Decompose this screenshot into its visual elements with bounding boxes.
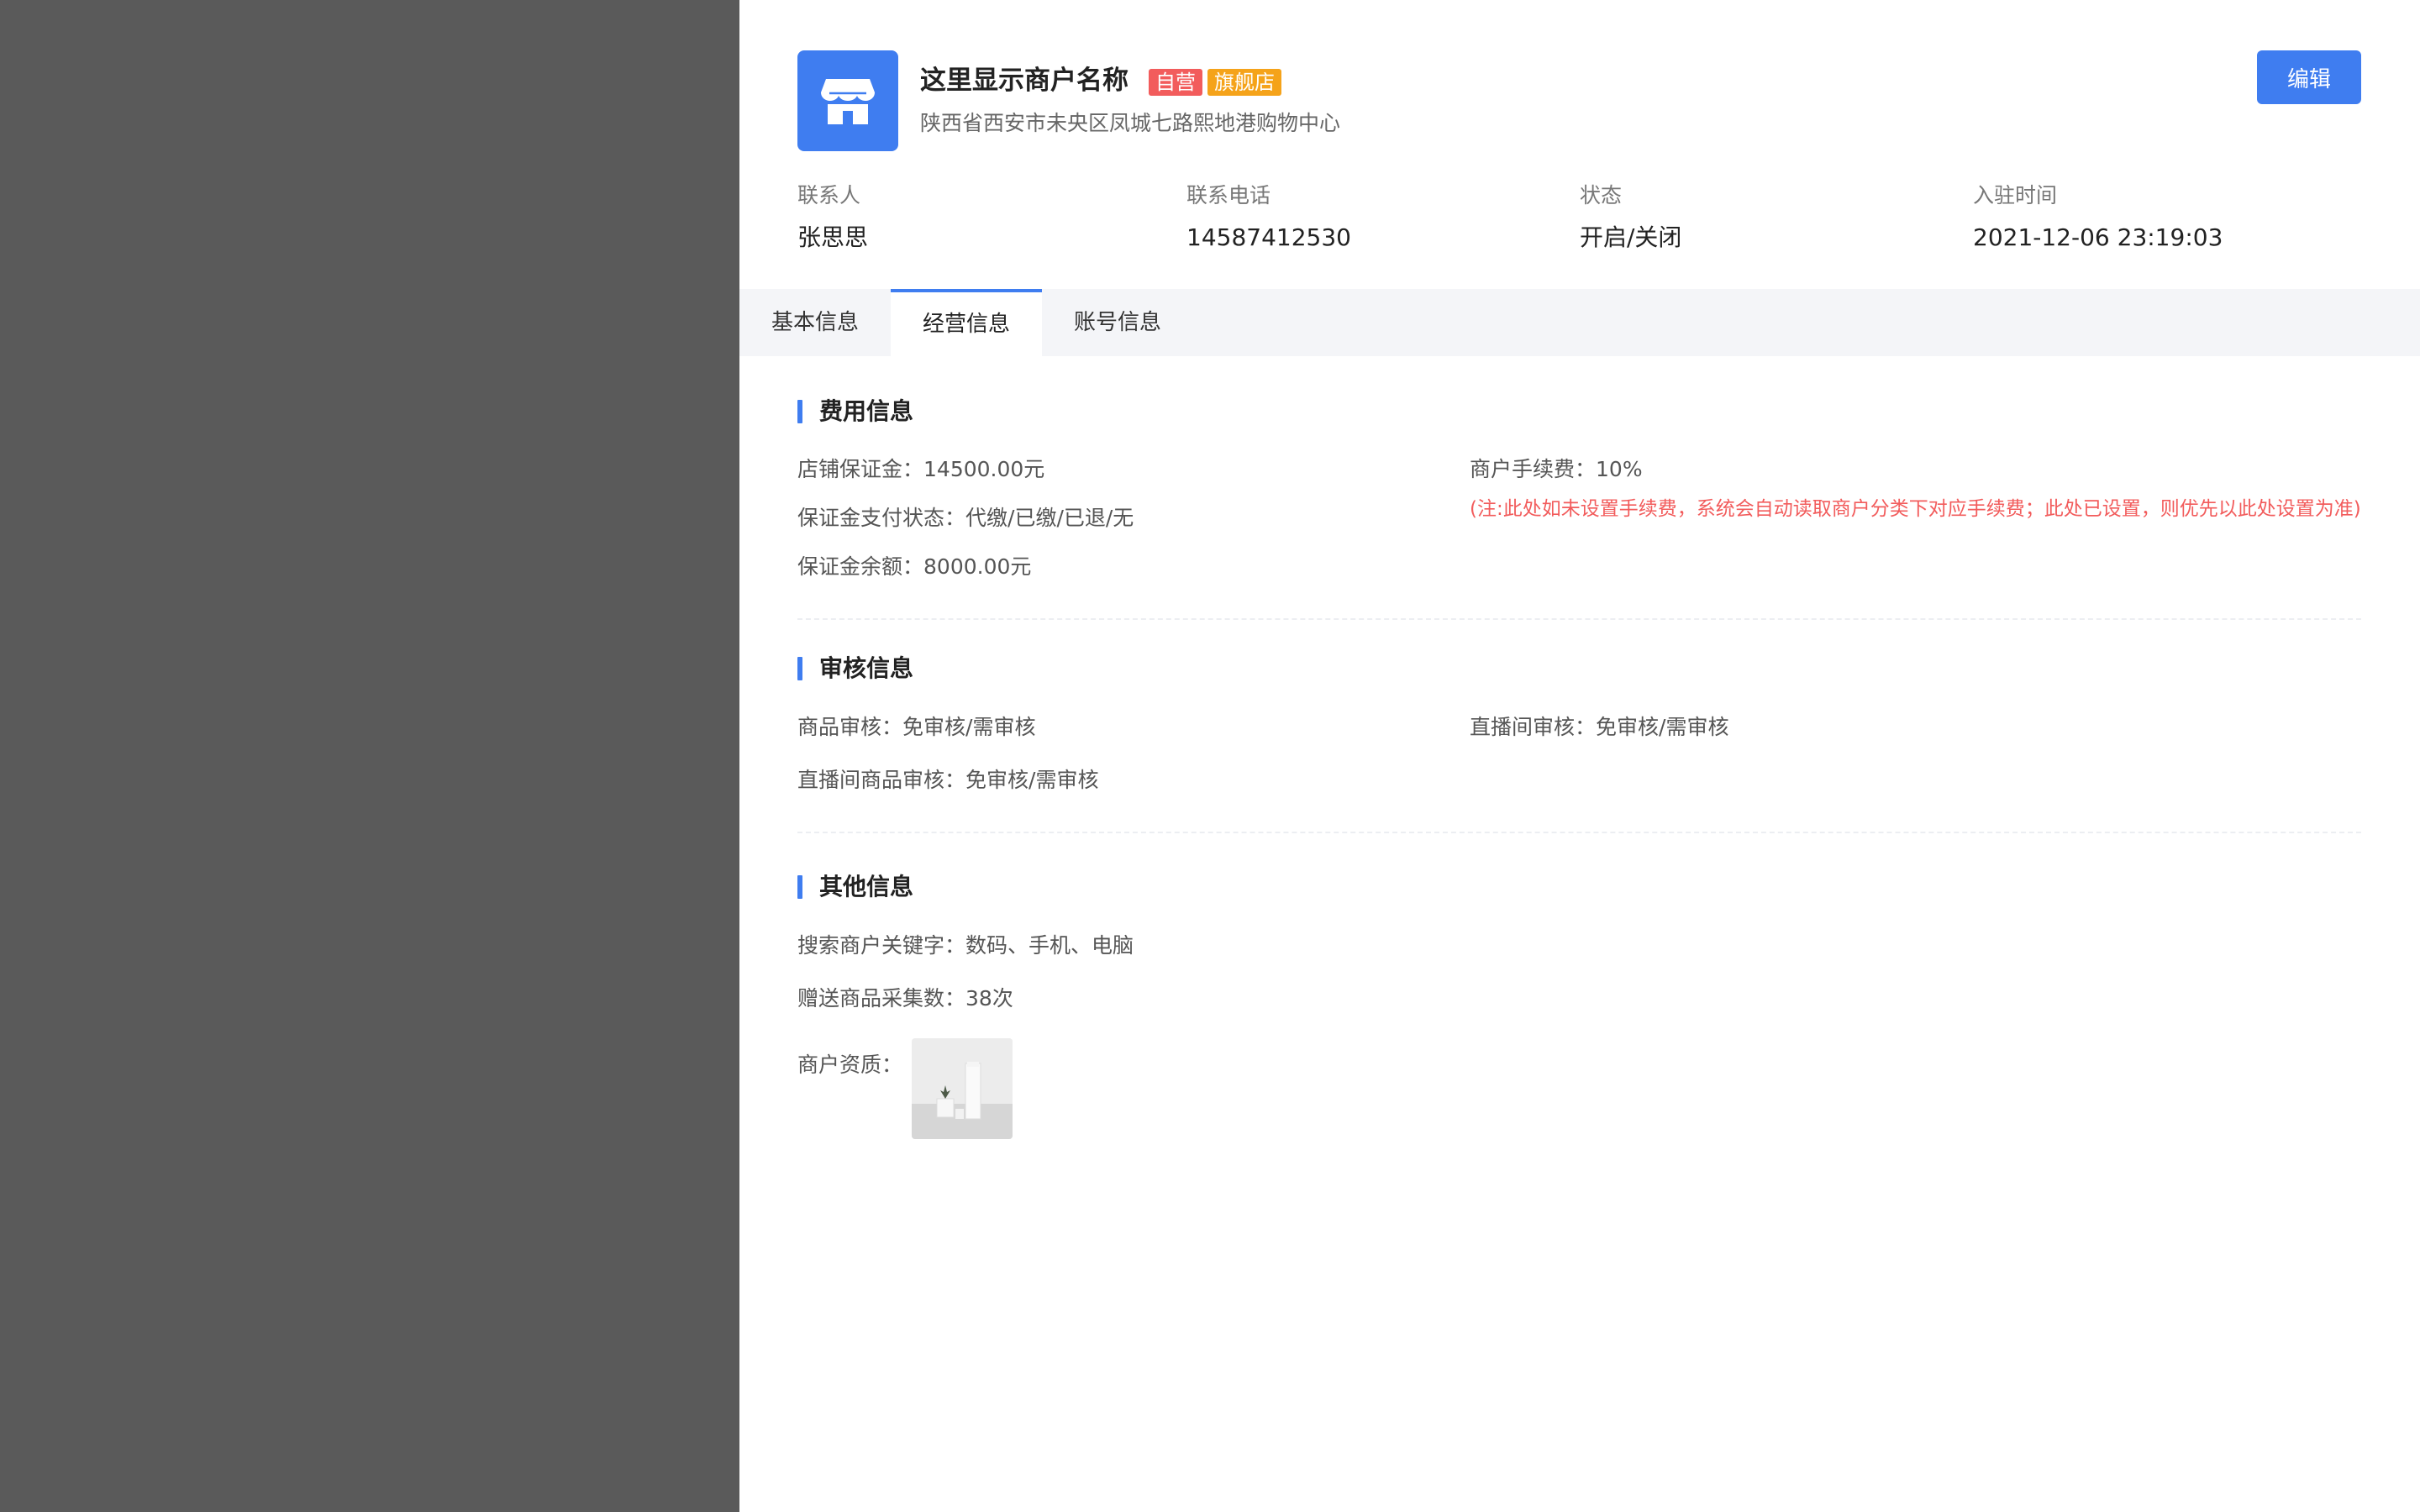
- commission-value: 10%: [1596, 457, 1643, 481]
- keywords-value: 数码、手机、电脑: [965, 933, 1134, 958]
- live-room-review-field: 直播间审核：免审核/需审核: [1470, 712, 1728, 743]
- phone-label: 联系电话: [1186, 183, 1271, 207]
- merchant-detail-drawer: 这里显示商户名称 自营 旗舰店 陕西省西安市未央区凤城七路熙地港购物中心 编辑 …: [739, 0, 2420, 1512]
- modal-backdrop[interactable]: [0, 0, 739, 1512]
- phone-info: 联系电话 14587412530: [1186, 181, 1351, 255]
- tab-business-info[interactable]: 经营信息: [891, 289, 1042, 356]
- status-info: 状态 开启/关闭: [1580, 181, 1681, 255]
- section-divider: [797, 618, 2361, 620]
- store-logo: [797, 50, 898, 151]
- commission-note: (注:此处如未设置手续费，系统会自动读取商户分类下对应手续费；此处已设置，则优先…: [1470, 498, 2361, 520]
- qualification-photo: [912, 1038, 1013, 1139]
- other-section-title: 其他信息: [797, 872, 913, 902]
- deposit-balance-value: 8000.00元: [923, 554, 1032, 579]
- edit-button[interactable]: 编辑: [2257, 50, 2361, 104]
- shop-address: 陕西省西安市未央区凤城七路熙地港购物中心: [920, 111, 1341, 135]
- keywords-field: 搜索商户关键字：数码、手机、电脑: [797, 931, 1134, 961]
- joined-value: 2021-12-06 23:19:03: [1973, 223, 2223, 251]
- qualification-image[interactable]: [912, 1038, 1013, 1139]
- live-product-review-value: 免审核/需审核: [965, 768, 1099, 792]
- deposit-value: 14500.00元: [923, 457, 1045, 481]
- status-label: 状态: [1580, 183, 1623, 207]
- tab-account-info[interactable]: 账号信息: [1042, 289, 1193, 356]
- collect-count-key: 赠送商品采集数：: [797, 986, 966, 1011]
- self-operated-badge: 自营: [1149, 69, 1202, 96]
- contact-value: 张思思: [797, 223, 869, 251]
- deposit-field: 店铺保证金：14500.00元: [797, 454, 1044, 485]
- tab-bar: 基本信息 经营信息 账号信息: [739, 289, 2420, 356]
- commission-field: 商户手续费：10%: [1470, 454, 1643, 485]
- deposit-key: 店铺保证金：: [797, 457, 924, 481]
- deposit-balance-field: 保证金余额：8000.00元: [797, 552, 1031, 582]
- deposit-balance-key: 保证金余额：: [797, 554, 924, 579]
- store-icon: [821, 79, 875, 124]
- deposit-status-field: 保证金支付状态：代缴/已缴/已退/无: [797, 503, 1134, 533]
- qualification-field: 商户资质：: [797, 1050, 902, 1080]
- shop-name: 这里显示商户名称: [920, 66, 1128, 96]
- deposit-status-key: 保证金支付状态：: [797, 506, 966, 530]
- fees-section-title: 费用信息: [797, 396, 913, 427]
- product-review-value: 免审核/需审核: [902, 715, 1036, 739]
- commission-key: 商户手续费：: [1470, 457, 1597, 481]
- live-product-review-key: 直播间商品审核：: [797, 768, 966, 792]
- live-room-review-value: 免审核/需审核: [1596, 715, 1729, 739]
- phone-value: 14587412530: [1186, 223, 1351, 251]
- deposit-status-value: 代缴/已缴/已退/无: [965, 506, 1134, 530]
- keywords-key: 搜索商户关键字：: [797, 933, 966, 958]
- contact-info: 联系人 张思思: [797, 181, 868, 255]
- section-divider: [797, 832, 2361, 833]
- joined-label: 入驻时间: [1973, 183, 2058, 207]
- collect-count-field: 赠送商品采集数：38次: [797, 984, 1013, 1014]
- product-review-key: 商品审核：: [797, 715, 903, 739]
- product-review-field: 商品审核：免审核/需审核: [797, 712, 1035, 743]
- status-value: 开启/关闭: [1580, 223, 1682, 251]
- contact-label: 联系人: [797, 183, 861, 207]
- review-section-title: 审核信息: [797, 654, 913, 684]
- joined-info: 入驻时间 2021-12-06 23:19:03: [1973, 181, 2223, 255]
- tab-basic-info[interactable]: 基本信息: [739, 289, 891, 356]
- live-room-review-key: 直播间审核：: [1470, 715, 1597, 739]
- qualification-key: 商户资质：: [797, 1053, 903, 1077]
- collect-count-value: 38次: [965, 986, 1013, 1011]
- live-product-review-field: 直播间商品审核：免审核/需审核: [797, 765, 1098, 795]
- flagship-badge: 旗舰店: [1207, 69, 1281, 96]
